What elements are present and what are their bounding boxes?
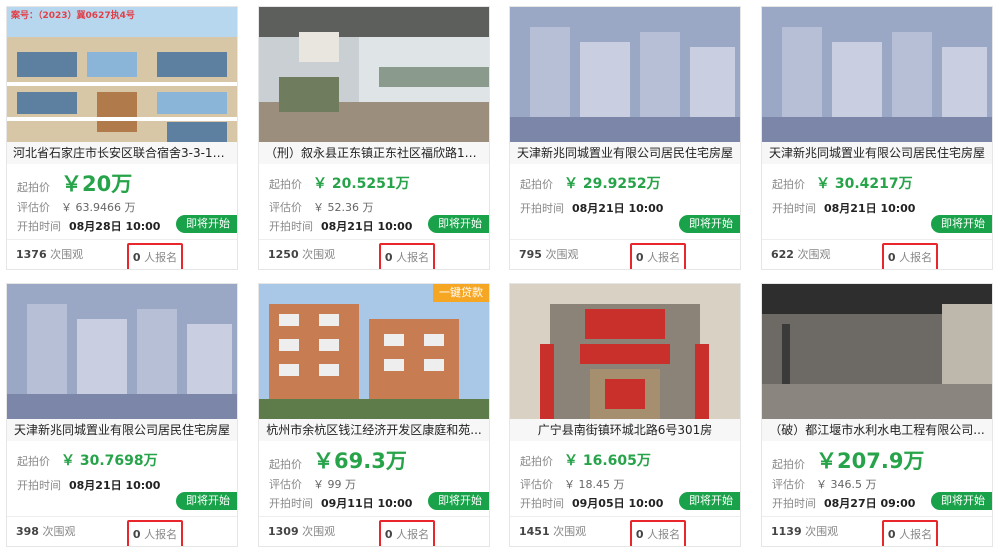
view-count: 1376 次围观 <box>16 248 84 261</box>
card-title[interactable]: 杭州市余杭区钱江经济开发区康庭和苑... <box>259 419 489 441</box>
status-badge: 即将开始 <box>176 215 237 233</box>
signup-count: 0 人报名 <box>630 243 686 269</box>
case-stamp: 案号：（2023）冀0627执4号 <box>11 11 135 21</box>
property-photo[interactable] <box>259 7 489 142</box>
auction-card[interactable]: （刑）叙永县正东镇正东社区福欣路11... 起拍价 ￥ 20.5251万 评估价 ￥… <box>258 6 490 270</box>
property-photo[interactable]: 一键贷款 <box>259 284 489 419</box>
card-title[interactable]: 广宁县南街镇环城北路6号301房 <box>510 419 740 441</box>
auction-grid: 案号：（2023）冀0627执4号 河北省石家庄市长安区联合宿舍3-3-10..… <box>0 0 1000 552</box>
auction-card[interactable]: 天津新兆同城置业有限公司居民住宅房屋 起拍价 ￥ 30.4217万 开拍时间 08月… <box>761 6 993 270</box>
loan-tag[interactable]: 一键贷款 <box>433 284 489 302</box>
auction-card[interactable]: （破）都江堰市水利水电工程有限公司... 起拍价 ￥207.9万 评估价 ￥ 346… <box>761 283 993 547</box>
signup-count: 0 人报名 <box>882 243 938 269</box>
card-title[interactable]: 天津新兆同城置业有限公司居民住宅房屋 <box>510 142 740 164</box>
start-price-label: 起拍价 <box>17 181 50 194</box>
signup-count: 0 人报名 <box>882 520 938 546</box>
property-photo[interactable] <box>762 7 992 142</box>
start-time-label: 开拍时间 <box>520 202 564 215</box>
status-badge: 即将开始 <box>679 215 740 233</box>
estimate-price: ￥ 99 万 <box>313 478 356 491</box>
view-count: 795 次围观 <box>519 248 579 261</box>
estimate-price: ￥ 63.9466 万 <box>61 201 136 214</box>
card-title[interactable]: （破）都江堰市水利水电工程有限公司... <box>762 419 992 441</box>
start-time-label: 开拍时间 <box>269 220 313 233</box>
auction-card[interactable]: 天津新兆同城置业有限公司居民住宅房屋 起拍价 ￥ 29.9252万 开拍时间 08月… <box>509 6 741 270</box>
estimate-label: 评估价 <box>17 201 50 214</box>
start-time-label: 开拍时间 <box>520 497 564 510</box>
start-time: 08月21日 10:00 <box>321 220 413 233</box>
estimate-price: ￥ 346.5 万 <box>816 478 877 491</box>
status-badge: 即将开始 <box>931 492 992 510</box>
start-time: 08月28日 10:00 <box>69 220 161 233</box>
view-count: 1250 次围观 <box>268 248 336 261</box>
start-price: ￥20万 <box>61 172 133 196</box>
card-title[interactable]: （刑）叙永县正东镇正东社区福欣路11... <box>259 142 489 164</box>
status-badge: 即将开始 <box>931 215 992 233</box>
start-price-label: 起拍价 <box>269 178 302 191</box>
signup-count: 0 人报名 <box>379 243 435 269</box>
signup-count: 0 人报名 <box>127 243 183 269</box>
card-title[interactable]: 天津新兆同城置业有限公司居民住宅房屋 <box>762 142 992 164</box>
estimate-label: 评估价 <box>269 201 302 214</box>
auction-card[interactable]: 天津新兆同城置业有限公司居民住宅房屋 起拍价 ￥ 30.7698万 开拍时间 08月… <box>6 283 238 547</box>
status-badge: 即将开始 <box>679 492 740 510</box>
start-price: ￥ 20.5251万 <box>313 176 410 192</box>
signup-count: 0 人报名 <box>127 520 183 546</box>
start-price-label: 起拍价 <box>17 455 50 468</box>
start-time: 09月11日 10:00 <box>321 497 413 510</box>
status-badge: 即将开始 <box>176 492 237 510</box>
view-count: 1309 次围观 <box>268 525 336 538</box>
start-price: ￥69.3万 <box>313 449 407 473</box>
property-photo[interactable] <box>510 7 740 142</box>
start-price-label: 起拍价 <box>772 178 805 191</box>
estimate-label: 评估价 <box>772 478 805 491</box>
start-time: 08月27日 09:00 <box>824 497 916 510</box>
signup-count: 0 人报名 <box>630 520 686 546</box>
view-count: 1451 次围观 <box>519 525 587 538</box>
property-photo[interactable] <box>762 284 992 419</box>
status-badge: 即将开始 <box>428 492 489 510</box>
estimate-price: ￥ 18.45 万 <box>564 478 625 491</box>
auction-card[interactable]: 案号：（2023）冀0627执4号 河北省石家庄市长安区联合宿舍3-3-10..… <box>6 6 238 270</box>
start-time: 09月05日 10:00 <box>572 497 664 510</box>
start-time: 08月21日 10:00 <box>69 479 161 492</box>
start-price: ￥ 16.605万 <box>564 453 651 469</box>
property-photo[interactable]: 案号：（2023）冀0627执4号 <box>7 7 237 142</box>
start-price-label: 起拍价 <box>772 458 805 471</box>
start-time-label: 开拍时间 <box>772 202 816 215</box>
start-time-label: 开拍时间 <box>17 220 61 233</box>
estimate-label: 评估价 <box>269 478 302 491</box>
start-price: ￥ 30.4217万 <box>816 176 913 192</box>
view-count: 398 次围观 <box>16 525 76 538</box>
start-price-label: 起拍价 <box>269 458 302 471</box>
view-count: 622 次围观 <box>771 248 831 261</box>
view-count: 1139 次围观 <box>771 525 839 538</box>
auction-card[interactable]: 一键贷款 杭州市余杭区钱江经济开发区康庭和苑... 起拍价 ￥69.3万 评估价 ￥… <box>258 283 490 547</box>
start-time-label: 开拍时间 <box>772 497 816 510</box>
property-photo[interactable] <box>7 284 237 419</box>
start-time: 08月21日 10:00 <box>824 202 916 215</box>
start-time: 08月21日 10:00 <box>572 202 664 215</box>
card-title[interactable]: 河北省石家庄市长安区联合宿舍3-3-10... <box>7 142 237 164</box>
card-title[interactable]: 天津新兆同城置业有限公司居民住宅房屋 <box>7 419 237 441</box>
start-price: ￥ 30.7698万 <box>61 453 158 469</box>
estimate-price: ￥ 52.36 万 <box>313 201 374 214</box>
start-time-label: 开拍时间 <box>17 479 61 492</box>
start-price-label: 起拍价 <box>520 455 553 468</box>
signup-count: 0 人报名 <box>379 520 435 546</box>
start-price: ￥ 29.9252万 <box>564 176 661 192</box>
status-badge: 即将开始 <box>428 215 489 233</box>
property-photo[interactable] <box>510 284 740 419</box>
auction-card[interactable]: 广宁县南街镇环城北路6号301房 起拍价 ￥ 16.605万 评估价 ￥ 18.45… <box>509 283 741 547</box>
start-time-label: 开拍时间 <box>269 497 313 510</box>
estimate-label: 评估价 <box>520 478 553 491</box>
start-price-label: 起拍价 <box>520 178 553 191</box>
start-price: ￥207.9万 <box>816 449 925 473</box>
